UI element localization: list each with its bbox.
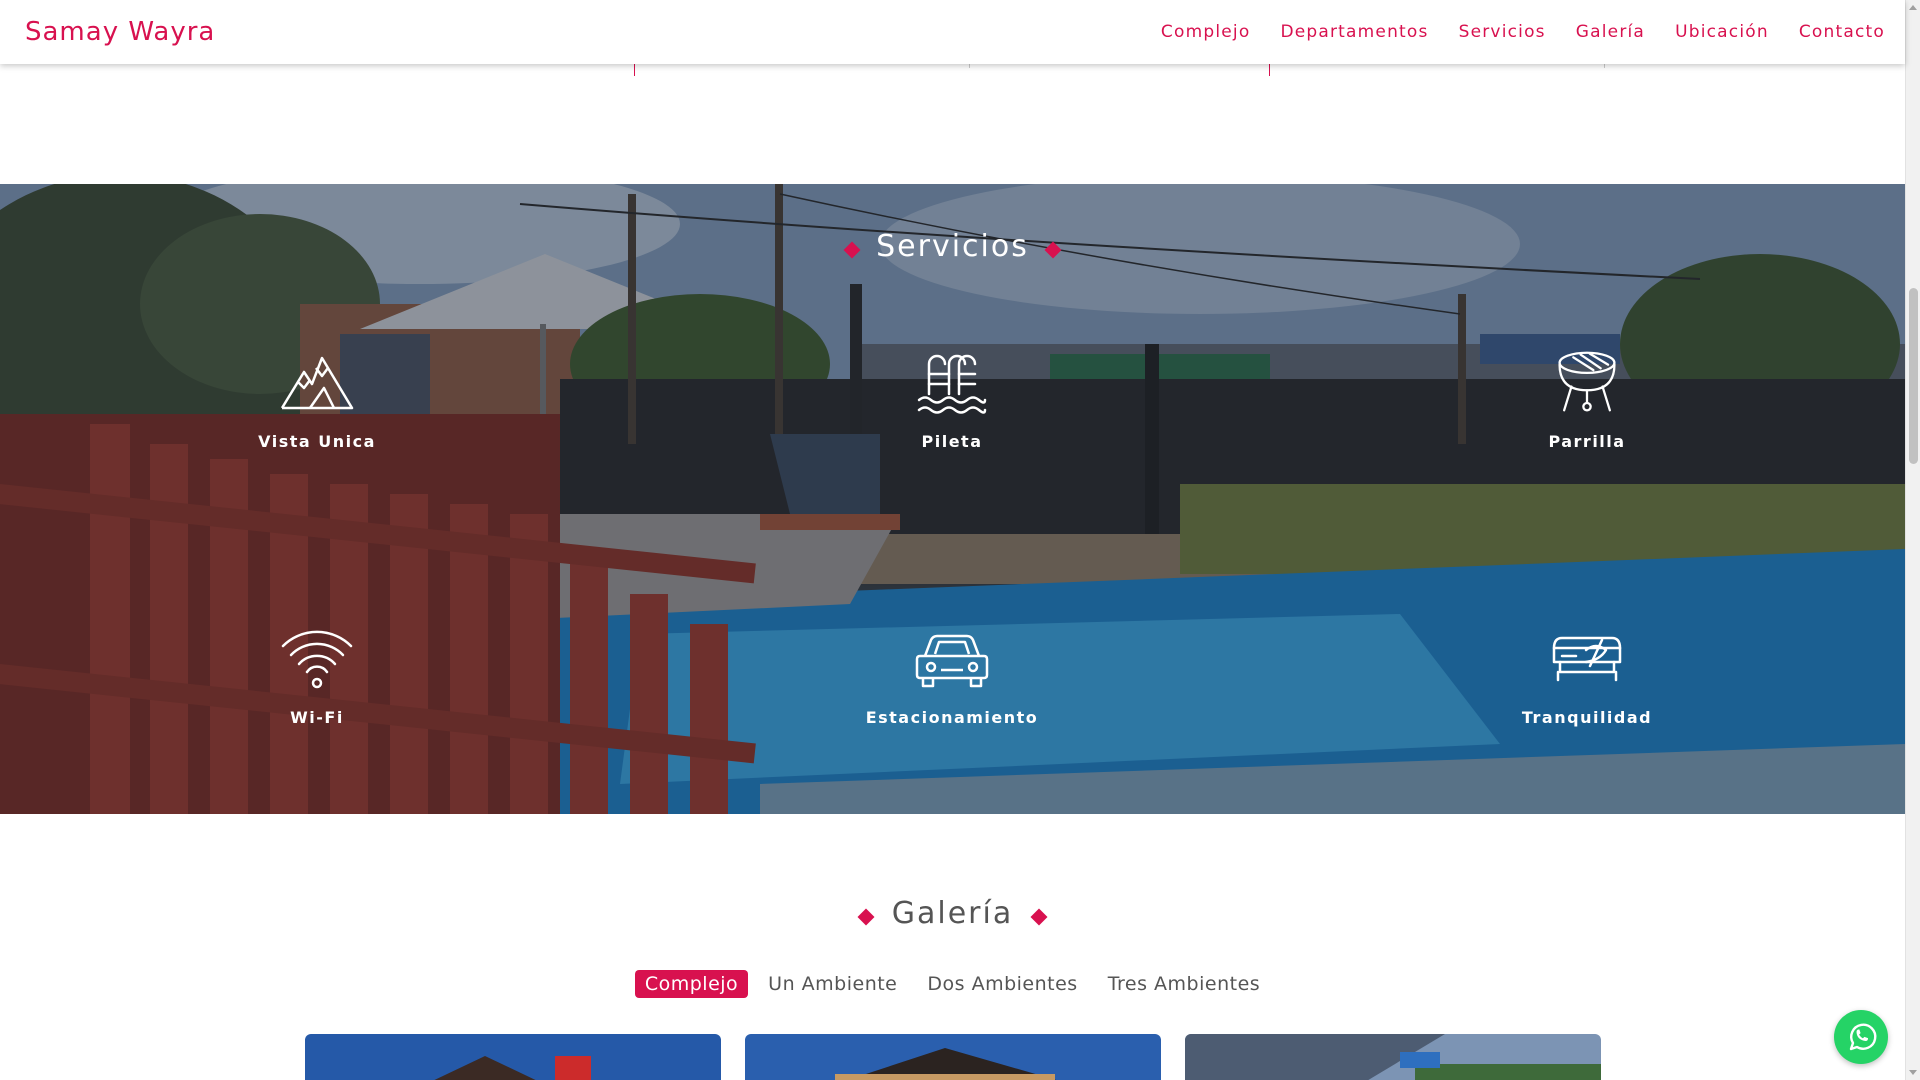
diamond-icon	[843, 241, 861, 258]
diamond-icon	[857, 908, 875, 925]
service-label: Vista Unica	[258, 432, 376, 451]
gallery-title: Galería	[0, 896, 1905, 931]
gallery-thumbnail[interactable]	[745, 1034, 1161, 1080]
nav-link-departamentos[interactable]: Departamentos	[1280, 22, 1428, 42]
brand-logo[interactable]: Samay Wayra	[25, 17, 215, 47]
scroll-up-icon[interactable]	[1909, 5, 1917, 10]
service-wifi: Wi-Fi	[187, 626, 447, 727]
service-vista-unica: Vista Unica	[187, 350, 447, 451]
wifi-icon	[281, 630, 353, 689]
gallery-image	[1185, 1034, 1601, 1080]
diamond-icon	[1044, 241, 1062, 258]
services-title-text: Servicios	[876, 229, 1029, 264]
nav-link-complejo[interactable]: Complejo	[1161, 22, 1251, 42]
gallery-thumbnail[interactable]	[1185, 1034, 1601, 1080]
gallery-thumbnail[interactable]	[305, 1034, 721, 1080]
whatsapp-icon	[1849, 1023, 1877, 1051]
page: Samay Wayra Complejo Departamentos Servi…	[0, 0, 1920, 1080]
service-label: Tranquilidad	[1521, 708, 1653, 727]
whatsapp-button[interactable]	[1834, 1010, 1888, 1064]
service-label: Estacionamiento	[865, 708, 1039, 727]
service-estacionamiento: Estacionamiento	[822, 626, 1082, 727]
page-scrollbar[interactable]	[1905, 0, 1920, 1080]
gallery-title-text: Galería	[891, 896, 1014, 931]
section-divider	[969, 64, 970, 68]
nav-links: Complejo Departamentos Servicios Galería…	[1161, 22, 1885, 42]
scroll-down-icon[interactable]	[1909, 1070, 1917, 1075]
gallery-image	[305, 1034, 721, 1080]
scroll-thumb[interactable]	[1909, 288, 1918, 464]
nav-link-contacto[interactable]: Contacto	[1799, 22, 1885, 42]
tab-complejo[interactable]: Complejo	[634, 970, 749, 998]
services-section: Servicios Vista Unica Pileta Parrilla Wi…	[0, 184, 1905, 814]
pool-icon	[917, 354, 987, 414]
section-divider	[634, 64, 635, 76]
service-label: Pileta	[921, 432, 983, 451]
service-parrilla: Parrilla	[1457, 350, 1717, 451]
services-title: Servicios	[0, 229, 1905, 264]
section-divider	[1269, 64, 1270, 76]
tab-un-ambiente[interactable]: Un Ambiente	[758, 970, 907, 998]
car-icon	[915, 634, 989, 688]
gallery-tabs: Complejo Un Ambiente Dos Ambientes Tres …	[0, 970, 1905, 998]
tab-dos-ambientes[interactable]: Dos Ambientes	[917, 970, 1087, 998]
service-label: Parrilla	[1548, 432, 1626, 451]
mountain-icon	[280, 356, 354, 410]
grill-icon	[1558, 351, 1616, 412]
section-divider	[1604, 64, 1605, 68]
nav-link-servicios[interactable]: Servicios	[1459, 22, 1546, 42]
navbar: Samay Wayra Complejo Departamentos Servi…	[0, 0, 1905, 64]
tab-tres-ambientes[interactable]: Tres Ambientes	[1098, 970, 1270, 998]
bed-icon	[1552, 636, 1622, 682]
service-tranquilidad: Tranquilidad	[1457, 626, 1717, 727]
diamond-icon	[1030, 908, 1048, 925]
gallery-image	[745, 1034, 1161, 1080]
nav-link-ubicacion[interactable]: Ubicación	[1675, 22, 1769, 42]
service-pileta: Pileta	[822, 350, 1082, 451]
service-label: Wi-Fi	[290, 708, 344, 727]
nav-link-galeria[interactable]: Galería	[1576, 22, 1645, 42]
